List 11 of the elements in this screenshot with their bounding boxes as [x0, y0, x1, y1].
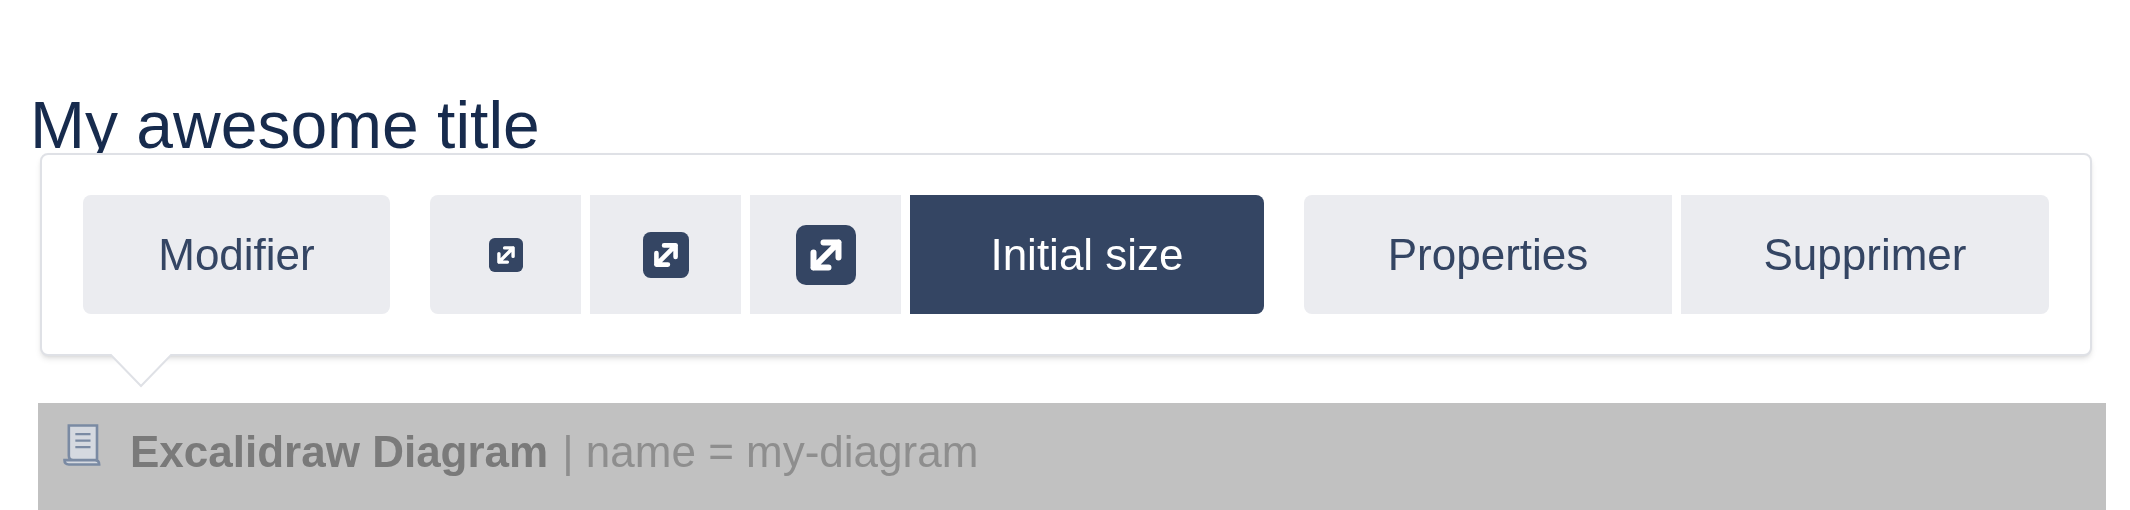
resize-button[interactable]: [430, 195, 581, 314]
action-button[interactable]: Supprimer: [1681, 195, 2049, 314]
expand-icon: [488, 237, 523, 272]
resize-button[interactable]: [590, 195, 741, 314]
size-button[interactable]: Initial size: [910, 195, 1264, 314]
expand-icon: [642, 231, 689, 278]
edit-button[interactable]: Modifier: [83, 195, 390, 314]
macro-name: Excalidraw Diagram: [130, 426, 549, 478]
action-button[interactable]: Properties: [1304, 195, 1672, 314]
expand-icon: [795, 224, 856, 285]
resize-button[interactable]: [750, 195, 901, 314]
